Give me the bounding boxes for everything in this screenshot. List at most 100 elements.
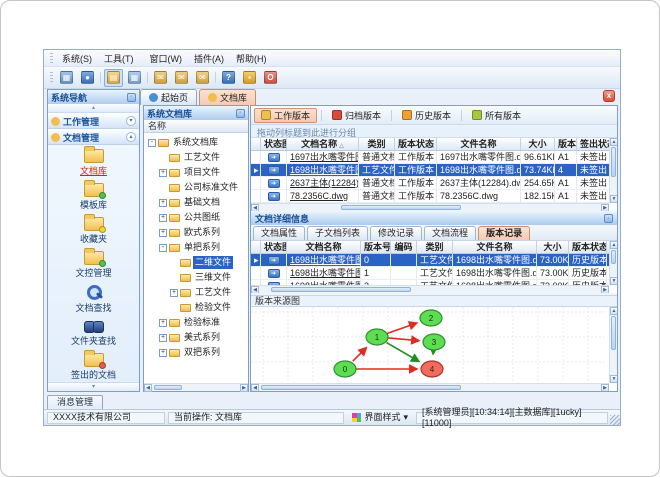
column-header-大小[interactable]: 大小 (521, 138, 555, 150)
tree-node-基础文档[interactable]: + 基础文档 (144, 195, 248, 210)
table-row[interactable]: ➜1698出水嘴零件图.dwg1工艺文件1698出水嘴零件图.dwg73.00K… (251, 267, 609, 280)
tree-node-工艺文件[interactable]: + 工艺文件 (144, 285, 248, 300)
column-header-状态图[interactable]: 状态图 (261, 241, 287, 253)
tab-文档流程[interactable]: 文档流程 (424, 226, 477, 240)
expand-icon[interactable]: + (159, 168, 167, 177)
group-by-hint[interactable]: 拖动列标题到此进行分组 (251, 125, 617, 138)
tree-node-单把系列[interactable]: - 单把系列 (144, 240, 248, 255)
tree-column-header[interactable]: 名称 (144, 120, 248, 133)
button-归档版本[interactable]: 归档版本 (326, 108, 387, 123)
column-header-文档名称[interactable]: 文档名称 △ (287, 138, 359, 150)
pin-icon[interactable]: ◦ (604, 214, 613, 223)
document-name-cell[interactable]: 1698出水嘴零件图.dwg (287, 254, 361, 266)
scroll-up-icon[interactable]: ▲ (610, 241, 617, 249)
expand-icon[interactable]: + (159, 333, 167, 342)
sidebar-item-模板库[interactable]: 模板库 (48, 180, 139, 214)
expand-icon[interactable]: + (170, 288, 178, 297)
vertical-scrollbar[interactable]: ▲ ▼ (609, 138, 617, 203)
tree-node-检验标准[interactable]: + 检验标准 (144, 315, 248, 330)
tree-node-二维文件[interactable]: 二维文件 (144, 255, 248, 270)
expand-icon[interactable]: + (159, 228, 167, 237)
scroll-right-icon[interactable]: ▶ (601, 286, 609, 293)
column-header-签出状态[interactable]: 签出状态 (577, 138, 609, 150)
scroll-left-icon[interactable]: ◀ (251, 204, 259, 211)
sidebar-item-文件夹查找[interactable]: 文件夹查找 (48, 316, 139, 350)
message-manager-tab[interactable]: 消息管理 (47, 395, 103, 409)
tree-node-项目文件[interactable]: + 项目文件 (144, 165, 248, 180)
expand-icon[interactable]: + (159, 318, 167, 327)
scroll-left-icon[interactable]: ◀ (144, 384, 152, 392)
tree-node-美式系列[interactable]: + 美式系列 (144, 330, 248, 345)
tree-node-欧式系列[interactable]: + 欧式系列 (144, 225, 248, 240)
tab-修改记录[interactable]: 修改记录 (370, 226, 423, 240)
expand-icon[interactable]: + (159, 348, 167, 357)
tab-子文档列表[interactable]: 子文档列表 (307, 226, 369, 240)
scrollbar-thumb[interactable] (611, 316, 616, 350)
table-row[interactable]: ➜2637主体(12284).dwg普通文档工作版本2637主体(12284).… (251, 177, 609, 190)
mail-read-button[interactable]: ✉ (172, 69, 191, 87)
column-header-文件名称[interactable]: 文件名称 (453, 241, 537, 253)
column-header-类别[interactable]: 类别 (417, 241, 453, 253)
tree-node-公共图纸[interactable]: + 公共图纸 (144, 210, 248, 225)
expand-icon[interactable]: + (159, 213, 167, 222)
document-name-cell[interactable]: 1698出水嘴零件图.dwg (287, 267, 361, 279)
tab-文档库[interactable]: 文档库 (199, 89, 257, 105)
sidebar-group-工作管理[interactable]: 工作管理 ▾ (48, 113, 139, 129)
sidebar-item-签出的文档[interactable]: 签出的文档 (48, 350, 139, 381)
expand-strip[interactable]: ▾ (48, 382, 139, 391)
document-name-cell[interactable]: 2637主体(12284).dwg (287, 177, 359, 189)
collapse-icon[interactable]: - (148, 138, 156, 147)
horizontal-scrollbar[interactable]: ◀ ▶ (144, 383, 248, 392)
toolbar-grip[interactable] (50, 52, 53, 64)
pin-icon[interactable]: ◦ (236, 108, 245, 118)
tree-node-工艺文件[interactable]: 工艺文件 (144, 150, 248, 165)
collapse-icon[interactable]: - (159, 243, 167, 252)
column-header-版本状态[interactable]: 版本状态 (395, 138, 437, 150)
scrollbar-thumb[interactable] (341, 205, 461, 210)
menu-item[interactable]: 帮助(H) (230, 53, 273, 65)
column-header-版本号[interactable]: 版本号 (361, 241, 391, 253)
menu-item[interactable]: 系统(S) (56, 53, 98, 65)
button-历史版本[interactable]: 历史版本 (396, 108, 457, 123)
column-header-版本状态[interactable]: 版本状态 (569, 241, 607, 253)
scroll-down-icon[interactable]: ▼ (610, 375, 617, 383)
horizontal-scrollbar[interactable]: ◀ ▶ (251, 203, 609, 211)
ui-style-selector[interactable]: 界面样式 ▾ (347, 412, 413, 424)
menu-item[interactable]: 窗口(W) (144, 53, 189, 65)
document-name-cell[interactable]: 1698出水嘴零件图.dwg (287, 164, 359, 176)
sidebar-item-文档库[interactable]: 文档库 (48, 146, 139, 180)
sidebar-item-文控管理[interactable]: 文控管理 (48, 248, 139, 282)
scroll-right-icon[interactable]: ▶ (601, 384, 609, 391)
document-name-cell[interactable]: 78.2356C.dwg (287, 190, 359, 202)
scrollbar-thumb[interactable] (261, 385, 461, 390)
sidebar-item-收藏夹[interactable]: 收藏夹 (48, 214, 139, 248)
tab-版本记录[interactable]: 版本记录 (478, 226, 531, 240)
scrollbar-thumb[interactable] (154, 385, 182, 390)
table-row[interactable]: ▸➜1698出水嘴零件图.dwg工艺文件工作版本1698出水嘴零件图.dwg73… (251, 164, 609, 177)
expand-icon[interactable]: + (159, 198, 167, 207)
sidebar-item-文档查找[interactable]: 文档查找 (48, 282, 139, 316)
scroll-down-icon[interactable]: ▼ (610, 195, 617, 203)
mail-delete-button[interactable]: ✉ (193, 69, 212, 87)
scroll-up-icon[interactable]: ▲ (610, 138, 617, 146)
table-row[interactable]: ▸➜1698出水嘴零件图.dwg0工艺文件1698出水嘴零件图.dwg73.00… (251, 254, 609, 267)
mail-new-button[interactable]: ✉ (151, 69, 170, 87)
vertical-scrollbar[interactable]: ▲ ▼ (609, 307, 617, 383)
menu-item[interactable]: 工具(T) (98, 53, 140, 65)
horizontal-scrollbar[interactable]: ◀ ▶ (251, 383, 609, 391)
sidebar-group-文档管理[interactable]: 文档管理 ▴ (48, 129, 139, 145)
column-header-文件名称[interactable]: 文件名称 (437, 138, 521, 150)
scroll-right-icon[interactable]: ▶ (240, 384, 248, 392)
toolbar-grip[interactable] (50, 72, 53, 83)
column-header-编码[interactable]: 编码 (391, 241, 417, 253)
scrollbar-thumb[interactable] (271, 287, 411, 292)
help-button[interactable]: ? (219, 69, 238, 87)
column-header-大小[interactable]: 大小 (537, 241, 569, 253)
vertical-scrollbar[interactable]: ▲ ▼ (609, 241, 617, 285)
power-button[interactable]: O (261, 69, 280, 87)
screen-button[interactable]: ▦ (57, 69, 76, 87)
resize-grip[interactable] (610, 415, 620, 425)
scroll-left-icon[interactable]: ◀ (251, 286, 259, 293)
column-header-类别[interactable]: 类别 (359, 138, 395, 150)
folder-open-button[interactable]: ▤ (104, 68, 123, 87)
